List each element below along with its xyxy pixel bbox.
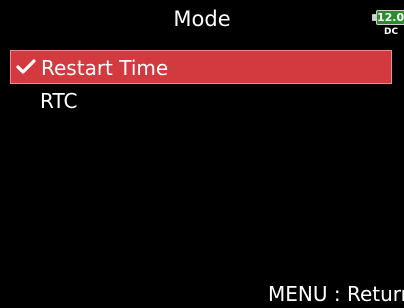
battery-indicator: 12.0 DC [370,8,404,38]
menu-item-rtc[interactable]: RTC [10,84,392,118]
checkmark-icon [16,57,36,77]
battery-level: 12.0 [377,11,404,24]
header-bar: Mode 12.0 DC [0,0,404,42]
power-source-label: DC [384,27,399,37]
menu-return-hint: MENU : Return [268,282,404,306]
menu-item-label: RTC [40,89,78,113]
mode-menu: Restart Time RTC [0,50,404,118]
menu-item-label: Restart Time [41,56,169,80]
menu-item-restart-time[interactable]: Restart Time [10,50,392,84]
page-title: Mode [173,7,231,31]
device-screen: Mode 12.0 DC Restart Time RTC MENU : Ret… [0,0,404,308]
